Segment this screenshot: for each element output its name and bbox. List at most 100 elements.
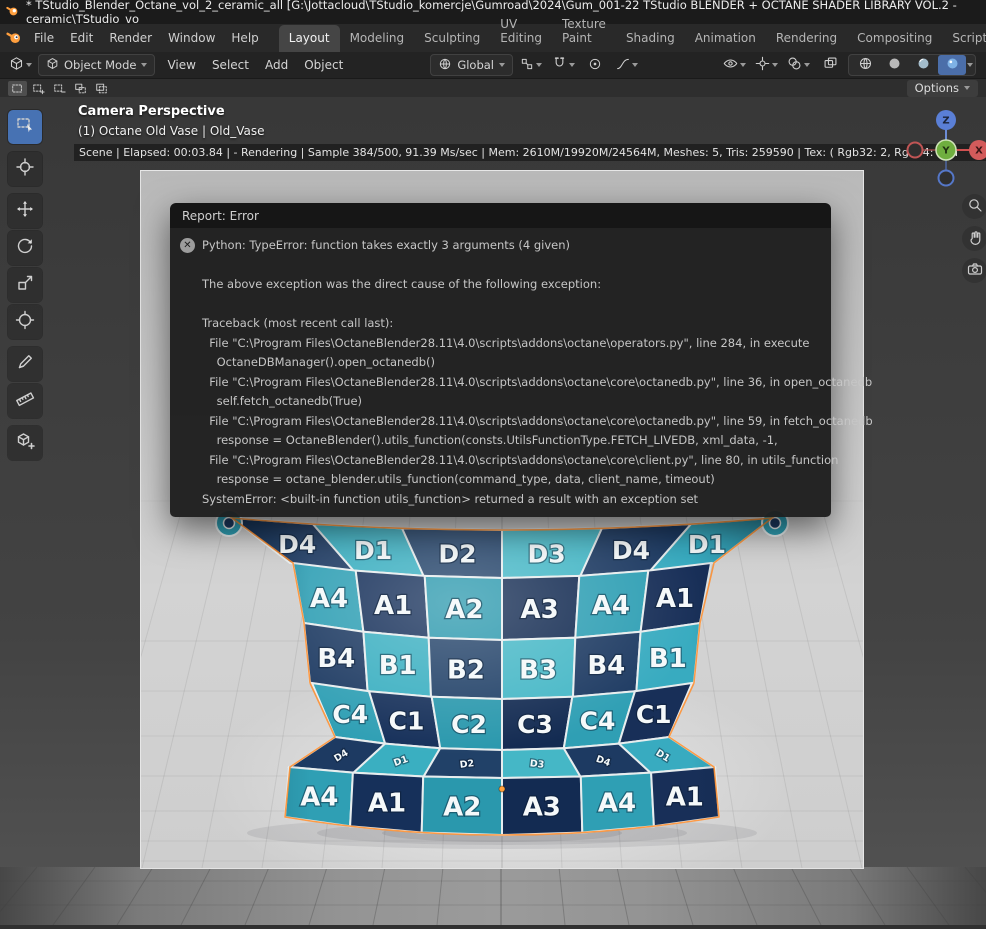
- select-mode-intersect[interactable]: [92, 81, 111, 96]
- proportional-editing-button[interactable]: [581, 55, 609, 75]
- pan-view-button[interactable]: [962, 226, 986, 251]
- tab-texture-paint[interactable]: Texture Paint: [552, 11, 616, 52]
- tab-layout[interactable]: Layout: [278, 25, 340, 52]
- svg-text:C2: C2: [451, 710, 487, 739]
- transform-icon: [15, 310, 35, 334]
- navigation-gizmo[interactable]: Z X Y: [906, 106, 986, 194]
- menu-edit[interactable]: Edit: [62, 27, 101, 49]
- tab-modeling[interactable]: Modeling: [340, 25, 415, 52]
- pan-icon: [967, 229, 983, 249]
- orientation-dropdown[interactable]: Global: [430, 54, 513, 76]
- tab-compositing[interactable]: Compositing: [847, 25, 942, 52]
- editor-type-button[interactable]: [6, 55, 34, 75]
- tool-cursor[interactable]: [8, 152, 42, 186]
- falloff-button[interactable]: [613, 55, 641, 75]
- tab-animation[interactable]: Animation: [685, 25, 766, 52]
- report-error-dialog[interactable]: Report: Error Python: TypeError: functio…: [170, 203, 873, 517]
- tool-transform[interactable]: [8, 305, 42, 339]
- active-object-label: (1) Octane Old Vase | Old_Vase: [78, 124, 265, 138]
- pivot-point-button[interactable]: [517, 55, 545, 75]
- editor-type-icon: [9, 56, 24, 74]
- tool-move[interactable]: [8, 194, 42, 228]
- menu-help[interactable]: Help: [223, 27, 266, 49]
- menu-list: File Edit Render Window Help: [26, 27, 267, 49]
- tab-uv-editing[interactable]: UV Editing: [490, 11, 552, 52]
- menu-window[interactable]: Window: [160, 27, 223, 49]
- traceback-line: SystemError: <built-in function utils_fu…: [202, 491, 699, 506]
- header-menu-view[interactable]: View: [159, 55, 203, 75]
- tab-rendering[interactable]: Rendering: [766, 25, 847, 52]
- svg-text:B4: B4: [587, 651, 625, 681]
- add-cube-icon: [15, 431, 35, 455]
- mode-dropdown[interactable]: Object Mode: [38, 54, 156, 76]
- svg-text:C1: C1: [636, 700, 672, 729]
- traceback-line: [202, 295, 819, 315]
- svg-text:D3: D3: [528, 540, 566, 569]
- workspace-tabs: Layout Modeling Sculpting UV Editing Texture…: [278, 17, 986, 52]
- overlays-dropdown[interactable]: [784, 55, 812, 75]
- tool-select-box[interactable]: [8, 110, 42, 144]
- select-box-icon: [15, 115, 35, 139]
- tool-measure[interactable]: [8, 384, 42, 418]
- floor-grid-dimmed: [0, 866, 986, 926]
- view-label: Camera Perspective: [78, 104, 225, 119]
- header-menu-select[interactable]: Select: [204, 55, 257, 75]
- select-mode-new[interactable]: [8, 80, 27, 96]
- options-label: Options: [914, 81, 959, 95]
- overlays-icon: [787, 56, 802, 74]
- pivot-point-icon: [520, 57, 534, 74]
- viewport-display-controls: [720, 54, 977, 76]
- tab-sculpting[interactable]: Sculpting: [414, 25, 490, 52]
- traceback-line: The above exception was the direct cause…: [202, 277, 602, 291]
- tool-scale[interactable]: [8, 268, 42, 302]
- falloff-icon: [616, 57, 630, 74]
- tool-add-cube[interactable]: [8, 426, 42, 460]
- svg-text:A4: A4: [592, 591, 630, 621]
- menu-render[interactable]: Render: [101, 27, 160, 49]
- visibility-dropdown[interactable]: [720, 55, 748, 75]
- object-origin-dot: [498, 785, 506, 793]
- tool-rotate[interactable]: [8, 231, 42, 265]
- header-menu-add[interactable]: Add: [257, 55, 296, 75]
- shading-rendered-button[interactable]: [938, 55, 967, 75]
- dialog-title: Report: Error: [170, 203, 831, 228]
- shading-material-button[interactable]: [909, 55, 937, 75]
- svg-text:A1: A1: [656, 584, 694, 614]
- tab-shading[interactable]: Shading: [616, 25, 685, 52]
- zoom-view-button[interactable]: [962, 194, 986, 219]
- select-mode-subtract[interactable]: [50, 81, 69, 96]
- select-mode-invert[interactable]: [71, 81, 90, 96]
- menu-file[interactable]: File: [26, 27, 62, 49]
- svg-text:D1: D1: [354, 536, 392, 565]
- snap-button[interactable]: [549, 55, 577, 75]
- render-stats-bar: Scene | Elapsed: 00:03.84 | - Rendering …: [74, 144, 986, 161]
- zoom-icon: [967, 197, 983, 217]
- gizmo-icon: [755, 56, 770, 74]
- move-icon: [15, 199, 35, 223]
- header-menu-object[interactable]: Object: [296, 55, 351, 75]
- gizmos-dropdown[interactable]: [752, 55, 780, 75]
- axis-x-minus[interactable]: [906, 141, 924, 159]
- cursor-icon: [15, 157, 35, 181]
- xray-toggle[interactable]: [816, 55, 844, 75]
- options-button[interactable]: Options: [906, 79, 978, 97]
- svg-text:C3: C3: [517, 710, 553, 739]
- tool-annotate[interactable]: [8, 347, 42, 381]
- traceback-line: File "C:\Program Files\OctaneBlender28.1…: [202, 374, 873, 389]
- svg-text:D3: D3: [529, 758, 545, 771]
- shading-solid-button[interactable]: [880, 55, 908, 75]
- blender-app-icon: [6, 4, 19, 20]
- snap-magnet-icon: [552, 56, 567, 74]
- shading-rendered-icon: [945, 56, 960, 74]
- camera-view-button[interactable]: [962, 258, 986, 283]
- traceback-line: OctaneDBManager().open_octanedb(): [202, 355, 435, 369]
- blender-logo-icon[interactable]: [6, 29, 22, 48]
- select-mode-extend[interactable]: [29, 81, 48, 96]
- traceback-line: File "C:\Program Files\OctaneBlender28.1…: [202, 335, 810, 350]
- svg-text:D1: D1: [688, 530, 726, 559]
- shading-wireframe-button[interactable]: [851, 55, 879, 75]
- viewport-nav-buttons: [962, 194, 986, 283]
- mode-label: Object Mode: [64, 58, 137, 72]
- tab-scripting[interactable]: Scripting: [942, 25, 986, 52]
- axis-z-minus[interactable]: [937, 169, 955, 187]
